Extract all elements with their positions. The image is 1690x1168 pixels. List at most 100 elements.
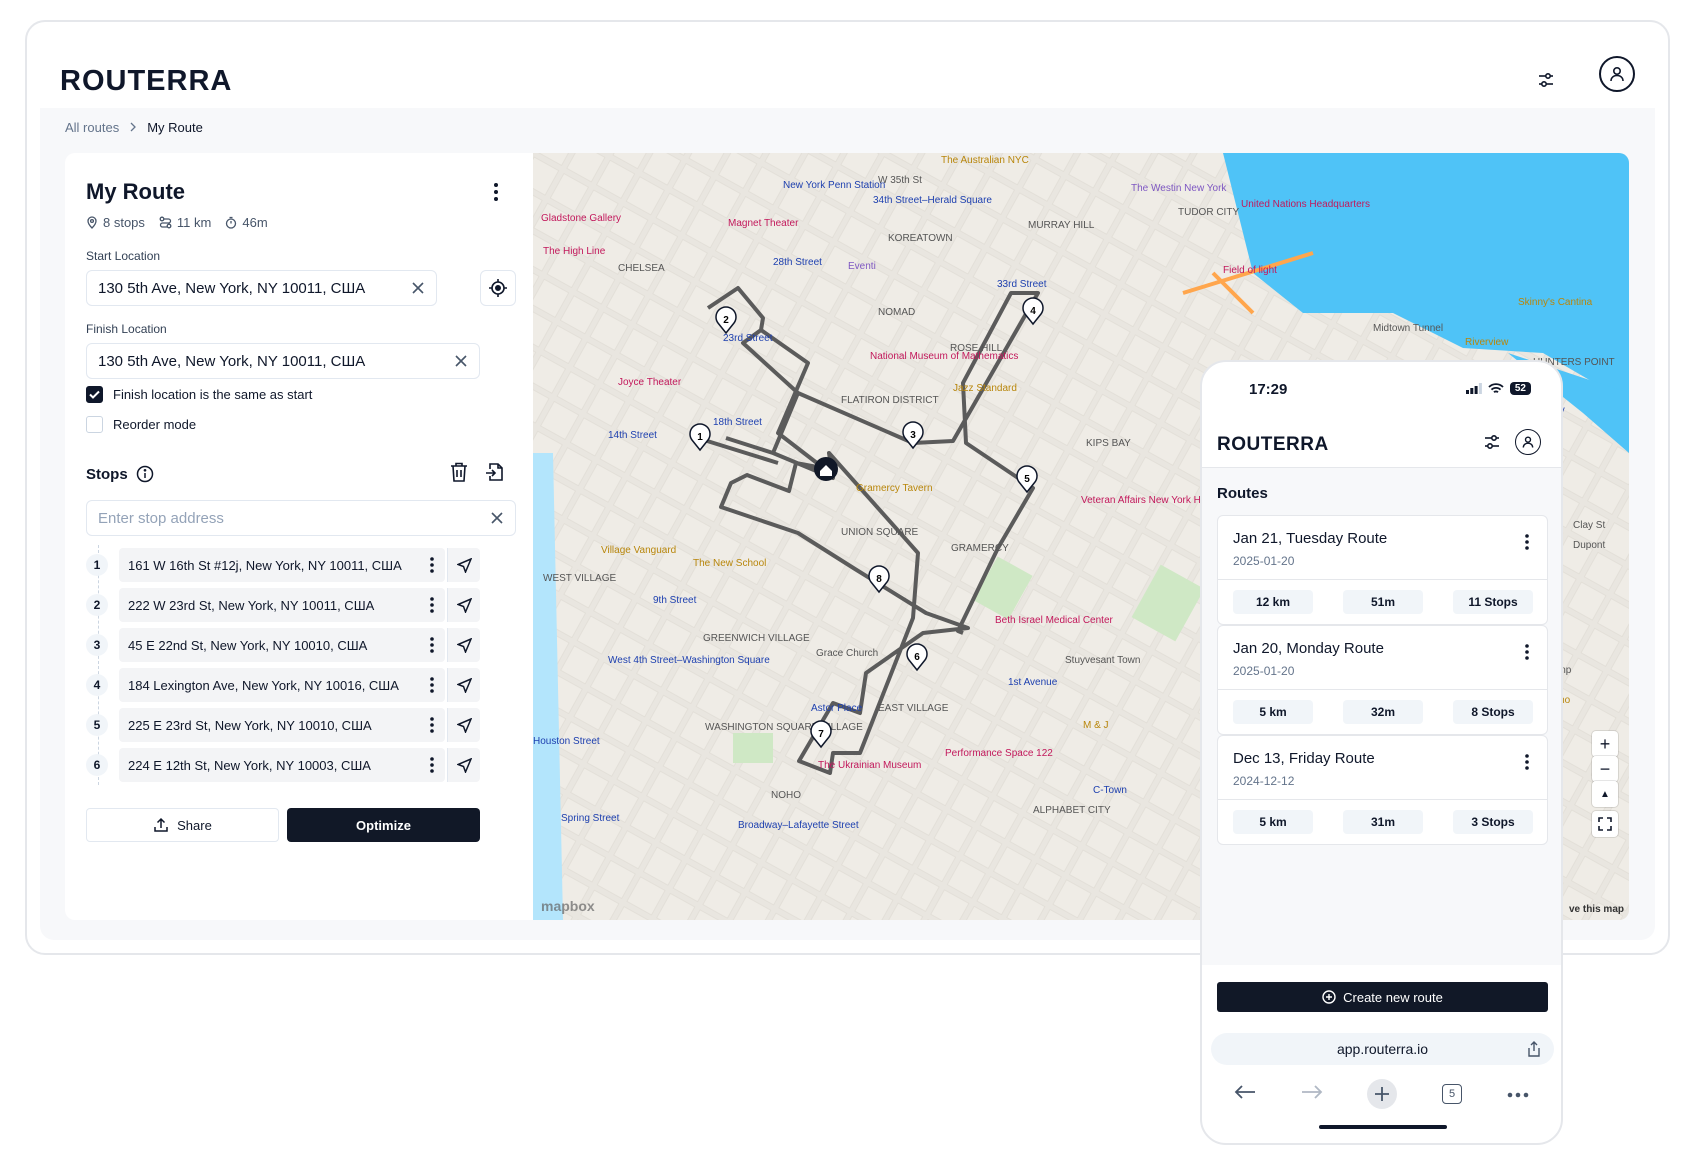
stop-row[interactable]: 4 184 Lexington Ave, New York, NY 10016, …: [86, 665, 520, 705]
user-avatar-button[interactable]: [1599, 56, 1635, 92]
optimize-button[interactable]: Optimize: [287, 808, 480, 842]
clear-stop-input-icon[interactable]: [489, 510, 505, 530]
create-route-button[interactable]: Create new route: [1217, 982, 1548, 1012]
back-arrow-icon[interactable]: [1234, 1084, 1256, 1105]
stop-address[interactable]: 225 E 23rd St, New York, NY 10010, США: [119, 708, 445, 742]
map-label: UNION SQUARE: [841, 527, 919, 538]
route-card-stops: 8 Stops: [1453, 700, 1533, 724]
mobile-user-avatar[interactable]: [1515, 429, 1541, 455]
create-route-label: Create new route: [1343, 989, 1443, 1005]
divider: [1218, 799, 1547, 800]
route-card[interactable]: Jan 20, Monday Route 2025-01-20 5 km 32m 8 S…: [1217, 625, 1548, 735]
more-options-icon[interactable]: [1507, 1085, 1529, 1103]
breadcrumb: All routes My Route: [65, 120, 203, 135]
route-panel: My Route 8 stops 11 km 46m Start Locatio…: [65, 153, 533, 920]
clear-finish-icon[interactable]: [453, 353, 469, 373]
current-location-button[interactable]: [480, 270, 516, 306]
stop-menu-button[interactable]: [420, 553, 444, 577]
navigate-icon[interactable]: [447, 628, 480, 662]
compass-button[interactable]: ▲: [1592, 781, 1618, 807]
route-card[interactable]: Jan 21, Tuesday Route 2025-01-20 12 km 51m 1…: [1217, 515, 1548, 625]
map-label: Beth Israel Medical Center: [995, 615, 1114, 626]
map-label: WEST VILLAGE: [543, 573, 617, 584]
stop-menu-button[interactable]: [420, 753, 444, 777]
pin-icon: [87, 216, 97, 229]
same-as-start-checkbox[interactable]: Finish location is the same as start: [86, 386, 312, 403]
breadcrumb-all-routes[interactable]: All routes: [65, 120, 119, 135]
share-button[interactable]: Share: [86, 808, 279, 842]
route-meta: 8 stops 11 km 46m: [86, 215, 268, 230]
stop-menu-button[interactable]: [420, 633, 444, 657]
map-label: NOMAD: [878, 307, 915, 318]
navigate-icon[interactable]: [447, 708, 480, 742]
route-card-distance: 12 km: [1233, 590, 1313, 614]
map-label: Clay St: [1573, 520, 1605, 531]
stop-number: 1: [86, 554, 108, 576]
route-menu-button[interactable]: [484, 180, 508, 204]
map-label: Stuyvesant Town: [1065, 655, 1140, 666]
map-label: 28th Street: [773, 257, 822, 268]
stop-address[interactable]: 224 E 12th St, New York, NY 10003, США: [119, 748, 445, 782]
stop-address[interactable]: 184 Lexington Ave, New York, NY 10016, С…: [119, 668, 445, 702]
tabs-icon[interactable]: 5: [1442, 1084, 1463, 1104]
stop-row[interactable]: 5 225 E 23rd St, New York, NY 10010, США: [86, 705, 520, 745]
start-location-field[interactable]: 130 5th Ave, New York, NY 10011, США: [86, 270, 437, 306]
import-file-icon[interactable]: [485, 461, 505, 488]
stop-menu-button[interactable]: [420, 673, 444, 697]
stop-row[interactable]: 1 161 W 16th St #12j, New York, NY 10011,…: [86, 545, 520, 585]
stop-address[interactable]: 222 W 23rd St, New York, NY 10011, США: [119, 588, 445, 622]
stop-row[interactable]: 2 222 W 23rd St, New York, NY 10011, США: [86, 585, 520, 625]
map-label: KOREATOWN: [888, 233, 953, 244]
new-tab-icon[interactable]: [1367, 1079, 1398, 1109]
navigate-icon[interactable]: [447, 588, 480, 622]
route-card-menu-icon[interactable]: [1525, 754, 1529, 775]
start-location-label: Start Location: [86, 249, 161, 263]
forward-arrow-icon[interactable]: [1301, 1084, 1323, 1105]
browser-share-icon[interactable]: [1526, 1040, 1542, 1061]
navigate-icon[interactable]: [447, 548, 480, 582]
zoom-in-button[interactable]: +: [1592, 731, 1618, 757]
route-card-menu-icon[interactable]: [1525, 644, 1529, 665]
map-label: The Australian NYC: [941, 155, 1029, 166]
map-label: MURRAY HILL: [1028, 220, 1095, 231]
optimize-label: Optimize: [356, 817, 411, 833]
fullscreen-button[interactable]: [1592, 811, 1618, 837]
map-label: The Ukrainian Museum: [818, 760, 921, 771]
map-label: Magnet Theater: [728, 218, 799, 229]
wifi-icon: [1488, 382, 1504, 393]
map-label: The New School: [693, 558, 766, 569]
home-marker-icon[interactable]: [814, 457, 838, 481]
stop-row[interactable]: 3 45 E 22nd St, New York, NY 10010, США: [86, 625, 520, 665]
stop-menu-button[interactable]: [420, 593, 444, 617]
route-card-distance: 5 km: [1233, 700, 1313, 724]
finish-location-field[interactable]: 130 5th Ave, New York, NY 10011, США: [86, 343, 480, 379]
filter-settings-icon[interactable]: [1532, 66, 1560, 94]
route-stops-count: 8 stops: [103, 215, 145, 230]
map-attribution[interactable]: ve this map: [1569, 904, 1624, 915]
browser-url-bar[interactable]: app.routerra.io: [1211, 1033, 1554, 1065]
checkbox-empty-icon[interactable]: [86, 416, 103, 433]
route-card[interactable]: Dec 13, Friday Route 2024-12-12 5 km 31m 3 S…: [1217, 735, 1548, 845]
route-duration: 46m: [242, 215, 268, 230]
map-label: 33rd Street: [997, 279, 1047, 290]
route-distance-meta: 11 km: [159, 215, 211, 230]
reorder-mode-checkbox[interactable]: Reorder mode: [86, 416, 196, 433]
home-indicator: [1319, 1125, 1447, 1129]
trash-icon[interactable]: [449, 461, 469, 488]
stop-address[interactable]: 161 W 16th St #12j, New York, NY 10011, …: [119, 548, 445, 582]
map-label: Midtown Tunnel: [1373, 323, 1443, 334]
route-card-menu-icon[interactable]: [1525, 534, 1529, 555]
checkbox-checked-icon[interactable]: [86, 386, 103, 403]
finish-location-value: 130 5th Ave, New York, NY 10011, США: [98, 352, 366, 370]
route-card-duration: 32m: [1343, 700, 1423, 724]
clear-start-icon[interactable]: [410, 280, 426, 300]
mobile-filter-icon[interactable]: [1483, 433, 1501, 456]
stop-address-input[interactable]: Enter stop address: [86, 500, 516, 536]
stop-row[interactable]: 6 224 E 12th St, New York, NY 10003, США: [86, 745, 520, 785]
zoom-out-button[interactable]: −: [1592, 756, 1618, 782]
navigate-icon[interactable]: [447, 668, 480, 702]
stop-menu-button[interactable]: [420, 713, 444, 737]
navigate-icon[interactable]: [447, 748, 480, 782]
stop-address[interactable]: 45 E 22nd St, New York, NY 10010, США: [119, 628, 445, 662]
map-label: Eventi: [848, 261, 876, 272]
